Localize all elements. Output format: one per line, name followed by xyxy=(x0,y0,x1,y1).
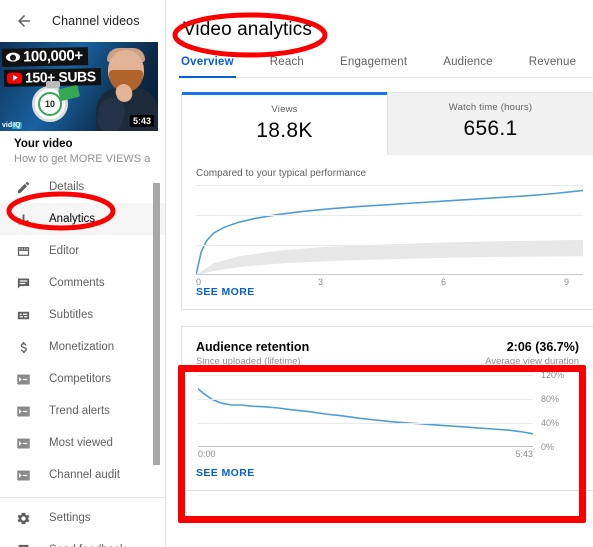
sidebar-header-title: Channel videos xyxy=(52,14,140,28)
video-subtitle: How to get MORE VIEWS and MORE ... xyxy=(14,153,151,165)
compare-text: Compared to your typical performance xyxy=(196,168,367,179)
sidebar-item-label: Analytics xyxy=(49,213,96,225)
retention-value: 2:06 (36.7%) xyxy=(506,340,579,354)
film-icon xyxy=(14,242,32,260)
sidebar-item-label: Monetization xyxy=(49,341,115,353)
retention-header: Audience retention Since uploaded (lifet… xyxy=(182,327,593,367)
sidebar-item-competitors[interactable]: Competitors xyxy=(0,363,165,395)
y-tick-label: 40% xyxy=(541,418,560,428)
x-tick-label: 0 xyxy=(196,277,202,287)
vidiq-icon xyxy=(14,434,32,452)
views-chart-svg xyxy=(195,189,584,276)
x-tick-label: 5:43 xyxy=(515,449,533,459)
audience-retention-card: Audience retention Since uploaded (lifet… xyxy=(181,326,593,491)
video-thumbnail[interactable]: 100,000+ 150+ SUBS 10 vidIQ 5:43 xyxy=(0,42,158,131)
thumbnail-subs-text: 150+ SUBS xyxy=(24,68,96,86)
sidebar-item-monetization[interactable]: Monetization xyxy=(0,331,165,363)
sidebar-item-label: Comments xyxy=(49,277,105,289)
tab-reach[interactable]: Reach xyxy=(270,56,304,77)
sidebar-scrollbar[interactable] xyxy=(153,183,160,465)
x-tick-label: 0:00 xyxy=(198,449,216,459)
sidebar-item-most-viewed[interactable]: Most viewed xyxy=(0,427,165,459)
sidebar-item-label: Competitors xyxy=(49,373,111,385)
thumbnail-views-badge: 100,000+ xyxy=(1,47,88,67)
metric-watch-time[interactable]: Watch time (hours) 656.1 xyxy=(387,93,593,155)
sidebar-item-label: Channel audit xyxy=(49,469,120,481)
sidebar-item-trend-alerts[interactable]: Trend alerts xyxy=(0,395,165,427)
retention-value-block: 2:06 (36.7%) Average view duration xyxy=(485,340,579,367)
audience-retention-chart[interactable]: 120% 80% 40% 0% 0:00 5:43 xyxy=(197,370,564,459)
x-tick-label: 3 xyxy=(318,277,324,287)
y-tick-label: 0% xyxy=(541,442,555,452)
metric-label: Views xyxy=(271,104,298,115)
sidebar-item-settings[interactable]: Settings xyxy=(0,502,165,534)
retention-subtitle: Since uploaded (lifetime) xyxy=(196,356,301,367)
metric-views[interactable]: Views 18.8K xyxy=(182,92,387,155)
bar-chart-icon xyxy=(14,210,32,228)
views-overview-chart[interactable]: 0 3 6 9 xyxy=(195,185,584,287)
y-tick-label: 80% xyxy=(541,394,560,404)
stopwatch-graphic: 10 xyxy=(32,81,81,122)
vidiq-icon xyxy=(14,466,32,484)
retention-chart-svg xyxy=(197,388,534,435)
sidebar-item-label: Details xyxy=(49,181,85,193)
overview-card: Views 18.8K Watch time (hours) 656.1 Com… xyxy=(181,92,593,310)
tab-engagement[interactable]: Engagement xyxy=(340,56,407,77)
vidiq-icon xyxy=(14,402,32,420)
sidebar-divider xyxy=(0,497,165,498)
main-content: Video analytics Overview Reach Engagemen… xyxy=(166,0,593,547)
see-more-retention-button[interactable]: SEE MORE xyxy=(182,447,255,490)
x-tick-label: 9 xyxy=(564,277,570,287)
tab-overview[interactable]: Overview xyxy=(179,56,236,78)
comment-icon xyxy=(14,274,32,292)
sidebar-item-label: Most viewed xyxy=(49,437,113,449)
pencil-icon xyxy=(14,178,32,196)
thumbnail-duration: 5:43 xyxy=(129,115,154,127)
sidebar-header: Channel videos xyxy=(0,0,165,42)
sidebar-item-label: Trend alerts xyxy=(49,405,110,417)
sidebar-item-label: Editor xyxy=(49,245,80,257)
subtitles-icon xyxy=(14,306,32,324)
sidebar-item-send-feedback[interactable]: Send feedback xyxy=(0,534,165,547)
back-arrow-icon[interactable] xyxy=(14,11,34,31)
see-more-overview-button[interactable]: SEE MORE xyxy=(182,275,255,309)
video-meta: Your video How to get MORE VIEWS and MOR… xyxy=(0,131,165,171)
youtube-play-icon xyxy=(6,72,23,84)
sidebar-item-analytics[interactable]: Analytics xyxy=(0,203,165,235)
eye-icon xyxy=(5,52,21,62)
feedback-icon xyxy=(14,541,32,547)
gear-icon xyxy=(14,509,32,527)
sidebar-item-label: Subtitles xyxy=(49,309,94,321)
analytics-tabs: Overview Reach Engagement Audience Reven… xyxy=(179,56,593,78)
sidebar-item-details[interactable]: Details xyxy=(0,171,165,203)
metric-row: Views 18.8K Watch time (hours) 656.1 xyxy=(182,92,593,155)
tab-audience[interactable]: Audience xyxy=(443,56,493,77)
page-title: Video analytics xyxy=(183,19,312,40)
metric-value: 656.1 xyxy=(463,117,518,140)
sidebar-item-editor[interactable]: Editor xyxy=(0,235,165,267)
thumbnail-views-text: 100,000+ xyxy=(22,47,83,66)
retention-title: Audience retention xyxy=(196,340,310,354)
retention-value-subtitle: Average view duration xyxy=(485,356,579,367)
vidiq-watermark: vidIQ xyxy=(2,122,22,129)
video-label: Your video xyxy=(14,138,73,150)
dollar-icon xyxy=(14,338,32,356)
y-tick-label: 120% xyxy=(541,370,565,380)
sidebar-menu: Details Analytics Editor Comments Subtit… xyxy=(0,171,165,547)
metric-value: 18.8K xyxy=(256,119,313,142)
x-tick-label: 6 xyxy=(441,277,447,287)
metric-label: Watch time (hours) xyxy=(448,102,533,113)
youtube-studio-video-analytics-screen: Channel videos 100,000+ 150+ SUBS 10 vid… xyxy=(0,0,593,547)
sidebar-item-subtitles[interactable]: Subtitles xyxy=(0,299,165,331)
sidebar-item-label: Settings xyxy=(49,512,91,524)
sidebar-item-comments[interactable]: Comments xyxy=(0,267,165,299)
vidiq-icon xyxy=(14,370,32,388)
sidebar: Channel videos 100,000+ 150+ SUBS 10 vid… xyxy=(0,0,166,547)
sidebar-item-channel-audit[interactable]: Channel audit xyxy=(0,459,165,491)
tab-revenue[interactable]: Revenue xyxy=(529,56,576,77)
retention-title-block: Audience retention Since uploaded (lifet… xyxy=(196,340,309,367)
